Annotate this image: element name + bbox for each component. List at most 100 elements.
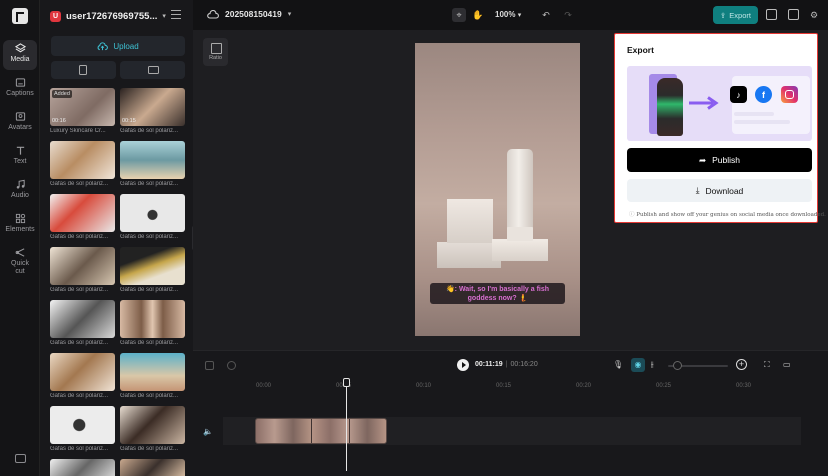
- avatars-icon: [15, 112, 25, 121]
- save-icon[interactable]: [766, 9, 777, 20]
- redo-button[interactable]: ↷: [561, 8, 575, 22]
- zoom-slider-handle[interactable]: [673, 361, 682, 370]
- fit-icon[interactable]: ⛶: [764, 360, 774, 370]
- hand-icon: ✋: [472, 9, 484, 20]
- panel-menu-icon[interactable]: [171, 10, 181, 19]
- nav-item-captions[interactable]: Captions: [3, 74, 37, 104]
- user-menu[interactable]: U user172676969755... ▾: [50, 8, 166, 24]
- split-clip-icon[interactable]: ⫲: [651, 360, 661, 370]
- media-thumb[interactable]: [120, 247, 185, 285]
- nav-item-elements[interactable]: Elements: [3, 210, 37, 240]
- zoom-select[interactable]: 100% ▾: [495, 10, 521, 19]
- quick-cut-icon: [15, 248, 24, 257]
- split-icon[interactable]: [205, 361, 214, 370]
- media-thumb[interactable]: [50, 459, 115, 476]
- media-thumb[interactable]: Added 00:16: [50, 88, 115, 126]
- media-thumb[interactable]: [120, 141, 185, 179]
- play-button[interactable]: [457, 359, 469, 371]
- nav-item-label: Elements: [5, 226, 35, 233]
- audio-icon: [16, 179, 25, 189]
- filter-landscape-button[interactable]: [120, 61, 185, 79]
- thumb-caption: Gafas de sol polariz...: [120, 287, 179, 293]
- media-thumb[interactable]: [50, 194, 115, 232]
- media-thumb[interactable]: [120, 406, 185, 444]
- timeline: 00:11:19|00:16:20 🎙 ◉ ⫲ + ⛶ ▭ 00:00 00:0…: [193, 350, 828, 476]
- thumb-caption: Gafas de sol polariz...: [120, 393, 179, 399]
- export-button[interactable]: ⇪ Export: [713, 6, 758, 24]
- ruler-tick: 00:20: [576, 383, 592, 389]
- video-caption[interactable]: 👋: Wait, so I'm basically a fish goddess…: [430, 283, 565, 304]
- thumb-caption: Gafas de sol polariz...: [120, 181, 179, 187]
- thumb-caption: Gafas de sol polariz...: [120, 340, 179, 346]
- nav-item-media[interactable]: Media: [3, 40, 37, 70]
- project-menu[interactable]: 202508150419 ▾: [207, 9, 291, 19]
- media-thumb[interactable]: [50, 406, 115, 444]
- keyboard-shortcuts-icon[interactable]: [15, 454, 26, 463]
- nav-item-avatars[interactable]: Avatars: [3, 108, 37, 138]
- app-logo[interactable]: [12, 8, 28, 24]
- filter-phone-button[interactable]: [51, 61, 116, 79]
- captions-icon: [15, 78, 25, 87]
- facebook-icon: f: [755, 86, 772, 103]
- media-thumb[interactable]: [120, 194, 185, 232]
- playhead-line[interactable]: [346, 379, 347, 471]
- nav-item-quick-cut[interactable]: Quick cut: [3, 244, 37, 280]
- nav-item-label: Text: [13, 158, 27, 165]
- instagram-icon: [781, 86, 798, 103]
- preview-icon[interactable]: ▭: [783, 360, 793, 370]
- export-note-text: Publish and show off your genius on soci…: [636, 212, 826, 218]
- pedestal-block: [492, 239, 548, 261]
- added-badge: Added: [52, 90, 72, 98]
- media-thumb[interactable]: [50, 141, 115, 179]
- user-avatar: U: [50, 10, 61, 22]
- ratio-button[interactable]: Ratio: [203, 38, 228, 66]
- thumb-caption: Gafas de sol polariz...: [50, 446, 109, 452]
- thumb-duration: 00:15: [122, 118, 136, 124]
- phone-icon: [79, 65, 87, 75]
- media-thumb[interactable]: [50, 247, 115, 285]
- thumb-caption: Luxury Skincare Cr...: [50, 128, 106, 134]
- total-time: 00:16:20: [510, 361, 538, 368]
- media-thumb[interactable]: [50, 300, 115, 338]
- select-tool-button[interactable]: ⌖: [452, 8, 466, 22]
- download-button[interactable]: ⤓ Download: [627, 179, 812, 202]
- media-thumb[interactable]: [120, 300, 185, 338]
- media-thumb[interactable]: 00:15: [120, 88, 185, 126]
- upload-button[interactable]: Upload: [51, 36, 185, 56]
- media-thumb[interactable]: [120, 353, 185, 391]
- promo-line: [734, 112, 774, 116]
- microphone-icon[interactable]: 🎙: [613, 360, 623, 370]
- ratio-label: Ratio: [209, 55, 222, 61]
- download-icon: ⤓: [695, 185, 700, 195]
- settings-button[interactable]: ⚙: [807, 8, 821, 22]
- chevron-down-icon: ▾: [517, 12, 522, 19]
- undo-icon: ↶: [542, 9, 550, 20]
- nav-item-label: Audio: [11, 192, 29, 199]
- nav-item-audio[interactable]: Audio: [3, 176, 37, 206]
- playhead-handle[interactable]: [343, 378, 350, 387]
- export-label: Export: [729, 10, 751, 20]
- marker-icon[interactable]: [227, 361, 236, 370]
- layout-icon[interactable]: [788, 9, 799, 20]
- upload-label: Upload: [113, 41, 139, 51]
- volume-icon[interactable]: 🔈: [203, 427, 213, 436]
- cloud-icon: [207, 9, 219, 19]
- ai-voice-icon[interactable]: ◉: [631, 358, 645, 372]
- media-thumb[interactable]: [120, 459, 185, 476]
- export-panel: Export ♪ f ➦ Publish ⤓ Download ⓘ Publis…: [614, 33, 826, 223]
- ruler-tick: 00:10: [416, 383, 432, 389]
- publish-button[interactable]: ➦ Publish: [627, 148, 812, 172]
- zoom-in-button[interactable]: +: [736, 359, 747, 370]
- hand-tool-button[interactable]: ✋: [471, 8, 485, 22]
- thumb-caption: Gafas de sol polariz...: [50, 393, 109, 399]
- nav-item-label: Captions: [6, 90, 34, 97]
- promo-person-image: [657, 78, 683, 136]
- undo-button[interactable]: ↶: [539, 8, 553, 22]
- video-preview[interactable]: 👋: Wait, so I'm basically a fish goddess…: [415, 43, 580, 336]
- nav-item-text[interactable]: Text: [3, 142, 37, 172]
- media-thumb[interactable]: [50, 353, 115, 391]
- video-clip[interactable]: [255, 418, 387, 444]
- left-nav: Media Captions Avatars Text Audio Elemen…: [0, 0, 40, 476]
- time-separator: |: [505, 361, 508, 368]
- gear-icon: ⚙: [809, 9, 819, 20]
